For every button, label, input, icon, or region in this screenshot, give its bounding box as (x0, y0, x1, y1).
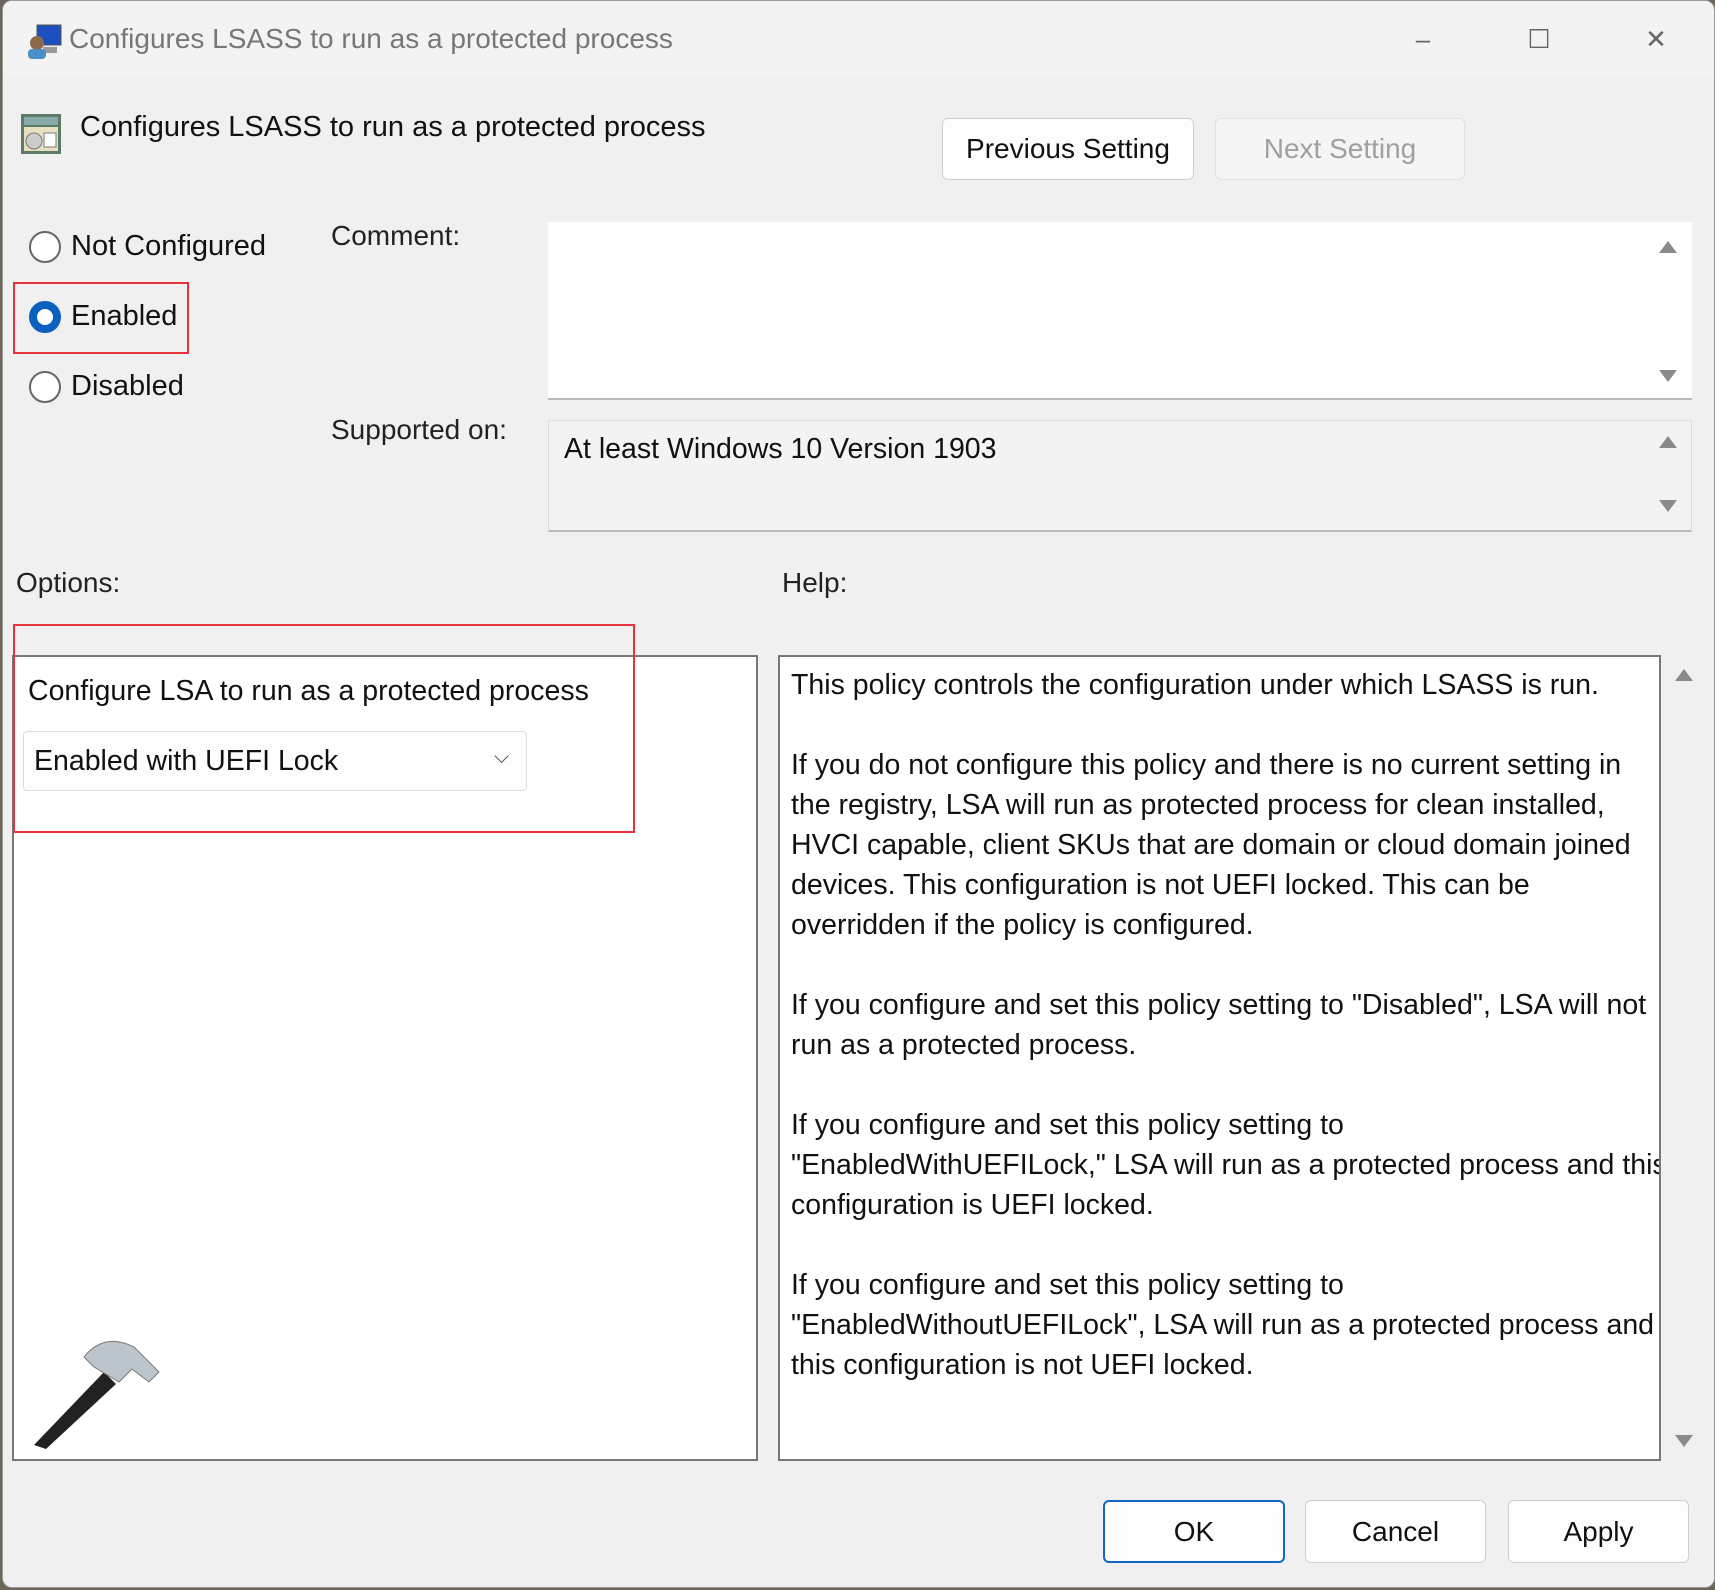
help-line: devices. This configuration is not UEFI … (791, 869, 1530, 901)
help-line: "EnabledWithUEFILock," LSA will run as a… (791, 1149, 1661, 1181)
help-line: "EnabledWithoutUEFILock", LSA will run a… (791, 1309, 1655, 1341)
help-paragraph: If you configure and set this policy set… (791, 985, 1659, 1065)
help-line: overridden if the policy is configured. (791, 909, 1254, 941)
supported-scroll-down-icon[interactable] (1659, 500, 1677, 512)
disabled-radio[interactable] (29, 371, 61, 403)
comment-label: Comment: (331, 220, 461, 251)
setting-title: Configures LSASS to run as a protected p… (80, 111, 706, 143)
minimize-icon[interactable]: – (1403, 19, 1443, 59)
help-paragraph: If you do not configure this policy and … (791, 745, 1659, 945)
previous-setting-button[interactable]: Previous Setting (942, 118, 1194, 180)
help-label: Help: (782, 567, 848, 598)
maximize-icon[interactable]: ☐ (1519, 19, 1559, 59)
help-line: If you configure and set this policy set… (791, 1269, 1344, 1301)
help-paragraph: This policy controls the configuration u… (791, 665, 1659, 705)
help-line: If you configure and set this policy set… (791, 989, 1647, 1021)
help-paragraph: If you configure and set this policy set… (791, 1265, 1659, 1385)
not-configured-radio[interactable] (29, 231, 61, 263)
help-line: HVCI capable, client SKUs that are domai… (791, 829, 1631, 861)
close-icon[interactable]: ✕ (1636, 19, 1676, 59)
not-configured-label[interactable]: Not Configured (71, 230, 266, 263)
options-label: Options: (16, 567, 121, 598)
hammer-logo-icon (34, 1340, 160, 1449)
comment-textarea[interactable] (548, 222, 1692, 400)
disabled-label[interactable]: Disabled (71, 370, 184, 403)
help-line: configuration is UEFI locked. (791, 1189, 1154, 1221)
help-scroll-up-icon[interactable] (1675, 669, 1693, 681)
ok-button[interactable]: OK (1103, 1500, 1285, 1563)
supported-on-label: Supported on: (331, 414, 507, 445)
help-line: If you do not configure this policy and … (791, 749, 1622, 781)
supported-scroll-up-icon[interactable] (1659, 436, 1677, 448)
comment-scroll-up-icon[interactable] (1659, 241, 1677, 253)
help-line: run as a protected process. (791, 1029, 1137, 1061)
next-setting-button[interactable]: Next Setting (1215, 118, 1465, 180)
cancel-button[interactable]: Cancel (1305, 1500, 1486, 1563)
app-icon (28, 24, 62, 59)
policy-setting-icon (21, 114, 61, 154)
apply-button[interactable]: Apply (1508, 1500, 1689, 1563)
help-scroll-down-icon[interactable] (1675, 1435, 1693, 1447)
window-title: Configures LSASS to run as a protected p… (69, 23, 673, 54)
supported-on-box: At least Windows 10 Version 1903 (548, 420, 1692, 532)
title-bar: Configures LSASS to run as a protected p… (3, 1, 1714, 78)
policy-dialog: Configures LSASS to run as a protected p… (2, 0, 1715, 1588)
comment-scroll-down-icon[interactable] (1659, 370, 1677, 382)
help-line: This policy controls the configuration u… (791, 669, 1599, 701)
help-line: If you configure and set this policy set… (791, 1109, 1344, 1141)
help-panel: This policy controls the configuration u… (778, 655, 1661, 1461)
help-paragraph: If you configure and set this policy set… (791, 1105, 1659, 1225)
supported-on-value: At least Windows 10 Version 1903 (564, 433, 997, 465)
help-line: this configuration is not UEFI locked. (791, 1349, 1254, 1381)
help-line: the registry, LSA will run as protected … (791, 789, 1605, 821)
enabled-highlight-box (13, 282, 189, 354)
options-highlight-box (13, 624, 635, 833)
